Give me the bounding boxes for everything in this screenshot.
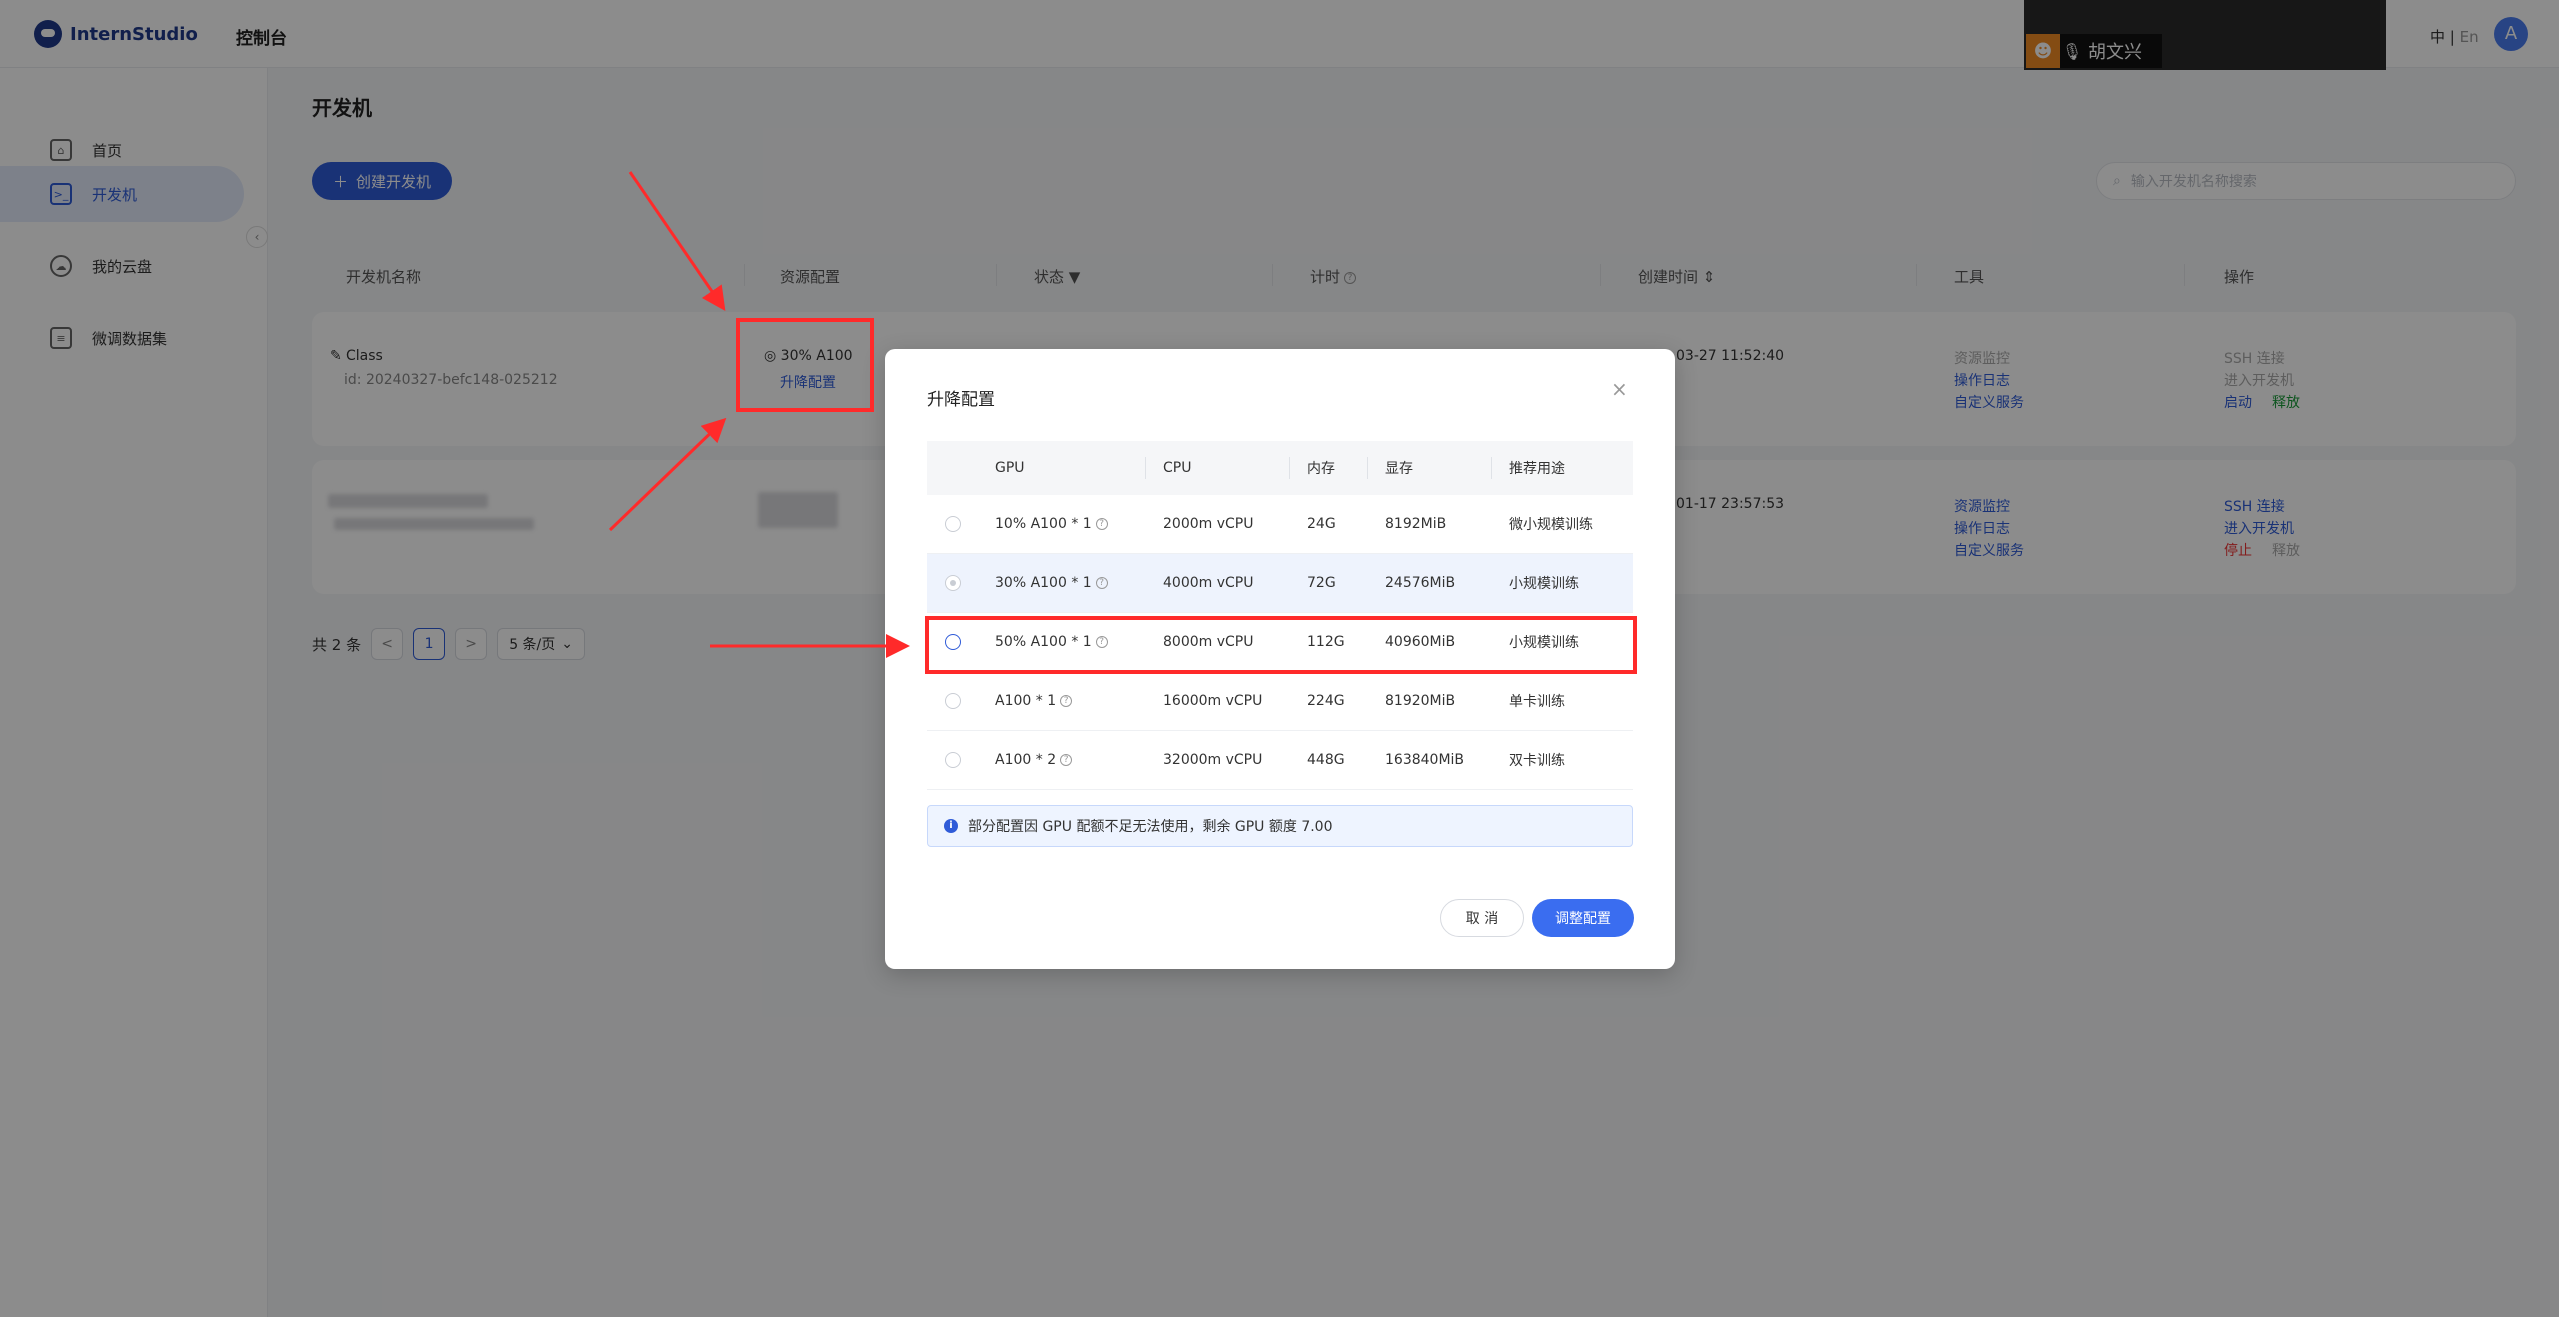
- memory-cell: 24G: [1307, 516, 1336, 532]
- gpu-cell: 30% A100 * 1?: [995, 575, 1108, 591]
- config-option-row: A100 * 1? 16000m vCPU 224G 81920MiB 单卡训练: [927, 672, 1633, 731]
- vram-cell: 24576MiB: [1385, 575, 1456, 591]
- cpu-cell: 2000m vCPU: [1163, 516, 1254, 532]
- memory-cell: 448G: [1307, 752, 1345, 768]
- cpu-cell: 4000m vCPU: [1163, 575, 1254, 591]
- help-icon: ?: [1095, 577, 1108, 589]
- gpu-cell: 10% A100 * 1?: [995, 516, 1108, 532]
- confirm-resize-button[interactable]: 调整配置: [1532, 899, 1634, 937]
- config-option-row: A100 * 2? 32000m vCPU 448G 163840MiB 双卡训…: [927, 731, 1633, 790]
- col-usage: 推荐用途: [1509, 461, 1565, 477]
- usage-cell: 小规模训练: [1509, 576, 1579, 592]
- cpu-cell: 16000m vCPU: [1163, 693, 1263, 709]
- col-vram: 显存: [1385, 461, 1413, 477]
- info-icon: i: [944, 819, 958, 833]
- modal-title: 升降配置: [927, 390, 995, 410]
- cpu-cell: 32000m vCPU: [1163, 752, 1263, 768]
- config-option-row-current: 30% A100 * 1? 4000m vCPU 72G 24576MiB 小规…: [927, 554, 1633, 613]
- annotation-highlight-box: [736, 318, 874, 412]
- col-memory: 内存: [1307, 461, 1335, 477]
- memory-cell: 224G: [1307, 693, 1345, 709]
- help-icon: ?: [1060, 695, 1073, 707]
- vram-cell: 81920MiB: [1385, 693, 1456, 709]
- usage-cell: 双卡训练: [1509, 753, 1565, 769]
- vram-cell: 163840MiB: [1385, 752, 1465, 768]
- gpu-cell: A100 * 2?: [995, 752, 1073, 768]
- usage-cell: 微小规模训练: [1509, 517, 1593, 533]
- cancel-button[interactable]: 取 消: [1440, 899, 1524, 937]
- config-radio: [945, 516, 961, 532]
- config-radio: [945, 752, 961, 768]
- config-radio-checked: [945, 575, 961, 591]
- vram-cell: 8192MiB: [1385, 516, 1447, 532]
- annotation-highlight-box: [925, 616, 1637, 674]
- config-table-header: GPU CPU 内存 显存 推荐用途: [927, 441, 1633, 495]
- config-radio: [945, 693, 961, 709]
- memory-cell: 72G: [1307, 575, 1336, 591]
- usage-cell: 单卡训练: [1509, 694, 1565, 710]
- gpu-cell: A100 * 1?: [995, 693, 1073, 709]
- help-icon: ?: [1060, 754, 1073, 766]
- quota-notice: i 部分配置因 GPU 配额不足无法使用，剩余 GPU 额度 7.00: [927, 805, 1633, 847]
- config-option-row: 10% A100 * 1? 2000m vCPU 24G 8192MiB 微小规…: [927, 495, 1633, 554]
- col-cpu: CPU: [1163, 460, 1192, 476]
- notice-text: 部分配置因 GPU 配额不足无法使用，剩余 GPU 额度 7.00: [968, 819, 1333, 835]
- col-gpu: GPU: [995, 460, 1025, 476]
- close-icon[interactable]: ×: [1611, 377, 1628, 401]
- help-icon: ?: [1095, 518, 1108, 530]
